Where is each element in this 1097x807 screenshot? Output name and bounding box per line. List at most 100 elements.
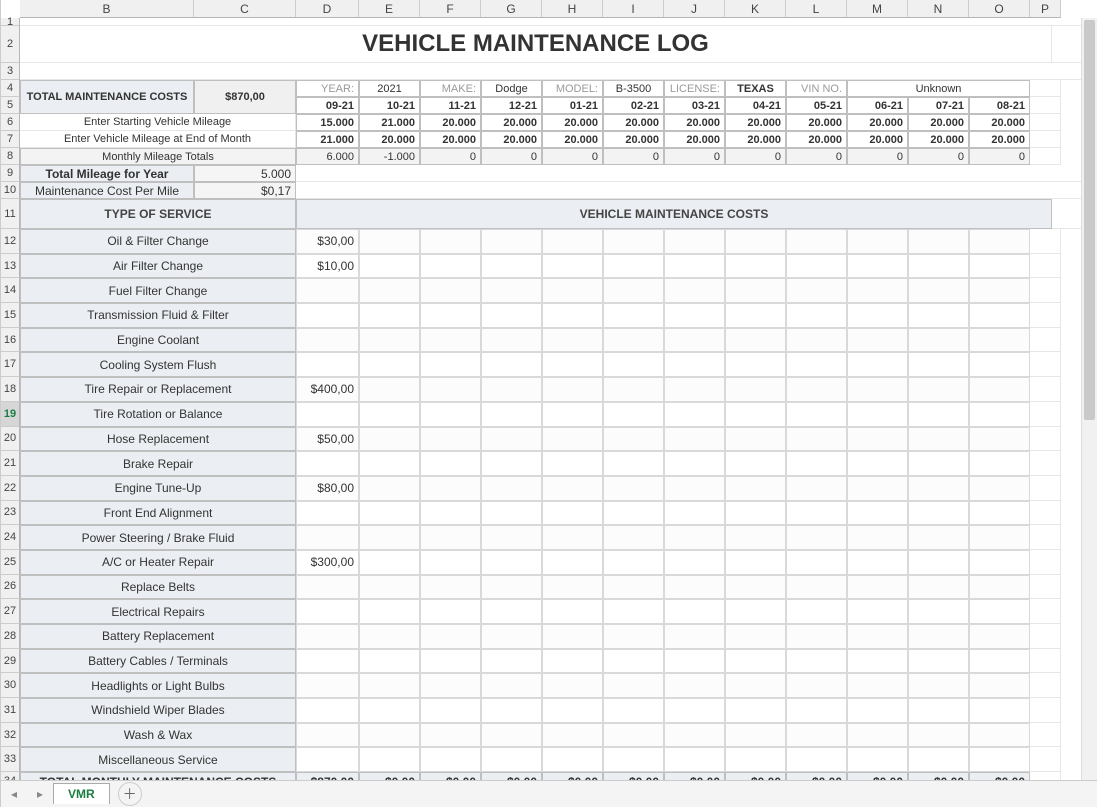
service-16-val-9[interactable]	[847, 624, 908, 649]
service-8-val-11[interactable]	[969, 427, 1030, 452]
service-21-val-8[interactable]	[786, 747, 847, 772]
service-18-val-5[interactable]	[603, 673, 664, 698]
service-20-val-0[interactable]	[296, 723, 359, 748]
service-15-val-6[interactable]	[664, 599, 725, 624]
row-header-8[interactable]: 8	[1, 148, 20, 165]
row-header-6[interactable]: 6	[1, 114, 20, 131]
service-2-val-11[interactable]	[969, 278, 1030, 303]
row-header-5[interactable]: 5	[1, 97, 20, 114]
service-20-val-10[interactable]	[908, 723, 969, 748]
column-header-F[interactable]: F	[420, 0, 481, 18]
service-9-val-3[interactable]	[481, 451, 542, 476]
service-8-val-9[interactable]	[847, 427, 908, 452]
service-6-val-2[interactable]	[420, 377, 481, 402]
service-3-val-1[interactable]	[359, 303, 420, 328]
service-0-val-3[interactable]	[481, 229, 542, 254]
service-1-val-0[interactable]: $10,00	[296, 254, 359, 279]
license-value[interactable]: TEXAS	[725, 80, 786, 97]
service-10-val-10[interactable]	[908, 476, 969, 501]
service-18-val-6[interactable]	[664, 673, 725, 698]
service-18-val-3[interactable]	[481, 673, 542, 698]
start-mileage-3[interactable]: 20.000	[481, 114, 542, 131]
service-4-val-10[interactable]	[908, 328, 969, 353]
service-14-val-5[interactable]	[603, 575, 664, 600]
year-value[interactable]: 2021	[359, 80, 420, 97]
service-6-val-5[interactable]	[603, 377, 664, 402]
end-mileage-4[interactable]: 20.000	[542, 131, 603, 148]
row-header-28[interactable]: 28	[1, 624, 20, 649]
service-13-val-4[interactable]	[542, 550, 603, 575]
service-7-val-0[interactable]	[296, 402, 359, 427]
service-5-val-11[interactable]	[969, 352, 1030, 377]
service-20-val-5[interactable]	[603, 723, 664, 748]
service-3-val-6[interactable]	[664, 303, 725, 328]
row-header-2[interactable]: 2	[1, 26, 20, 63]
service-20-val-2[interactable]	[420, 723, 481, 748]
service-14-val-10[interactable]	[908, 575, 969, 600]
service-6-val-4[interactable]	[542, 377, 603, 402]
service-0-val-10[interactable]	[908, 229, 969, 254]
service-10-val-11[interactable]	[969, 476, 1030, 501]
service-5-val-2[interactable]	[420, 352, 481, 377]
service-2-val-10[interactable]	[908, 278, 969, 303]
service-8-val-7[interactable]	[725, 427, 786, 452]
model-value[interactable]: B-3500	[603, 80, 664, 97]
service-0-val-2[interactable]	[420, 229, 481, 254]
service-14-val-11[interactable]	[969, 575, 1030, 600]
service-14-val-2[interactable]	[420, 575, 481, 600]
service-2-val-1[interactable]	[359, 278, 420, 303]
service-4-val-4[interactable]	[542, 328, 603, 353]
service-13-val-3[interactable]	[481, 550, 542, 575]
service-14-val-8[interactable]	[786, 575, 847, 600]
service-5-val-0[interactable]	[296, 352, 359, 377]
service-17-val-8[interactable]	[786, 649, 847, 674]
column-header-O[interactable]: O	[969, 0, 1030, 18]
service-8-val-0[interactable]: $50,00	[296, 427, 359, 452]
service-3-val-4[interactable]	[542, 303, 603, 328]
row-header-16[interactable]: 16	[1, 328, 20, 353]
month-6[interactable]: 03-21	[664, 97, 725, 114]
month-0[interactable]: 09-21	[296, 97, 359, 114]
row-header-13[interactable]: 13	[1, 254, 20, 279]
column-header-I[interactable]: I	[603, 0, 664, 18]
service-16-val-0[interactable]	[296, 624, 359, 649]
service-21-val-6[interactable]	[664, 747, 725, 772]
service-11-val-1[interactable]	[359, 501, 420, 526]
service-15-val-7[interactable]	[725, 599, 786, 624]
service-17-val-5[interactable]	[603, 649, 664, 674]
column-header-J[interactable]: J	[664, 0, 725, 18]
service-16-val-10[interactable]	[908, 624, 969, 649]
row-header-4[interactable]: 4	[1, 80, 20, 97]
scrollbar-thumb[interactable]	[1084, 20, 1095, 420]
service-3-val-9[interactable]	[847, 303, 908, 328]
row-header-19[interactable]: 19	[1, 402, 20, 427]
end-mileage-5[interactable]: 20.000	[603, 131, 664, 148]
start-mileage-7[interactable]: 20.000	[725, 114, 786, 131]
make-value[interactable]: Dodge	[481, 80, 542, 97]
service-4-val-2[interactable]	[420, 328, 481, 353]
service-12-val-7[interactable]	[725, 525, 786, 550]
service-5-val-1[interactable]	[359, 352, 420, 377]
service-3-val-3[interactable]	[481, 303, 542, 328]
service-11-val-7[interactable]	[725, 501, 786, 526]
service-7-val-1[interactable]	[359, 402, 420, 427]
service-10-val-6[interactable]	[664, 476, 725, 501]
service-5-val-5[interactable]	[603, 352, 664, 377]
service-12-val-3[interactable]	[481, 525, 542, 550]
service-7-val-11[interactable]	[969, 402, 1030, 427]
service-17-val-0[interactable]	[296, 649, 359, 674]
service-3-val-0[interactable]	[296, 303, 359, 328]
column-header-N[interactable]: N	[908, 0, 969, 18]
service-7-val-7[interactable]	[725, 402, 786, 427]
service-10-val-0[interactable]: $80,00	[296, 476, 359, 501]
service-1-val-7[interactable]	[725, 254, 786, 279]
service-5-val-6[interactable]	[664, 352, 725, 377]
vin-value[interactable]: Unknown	[847, 80, 1030, 97]
start-mileage-8[interactable]: 20.000	[786, 114, 847, 131]
service-18-val-8[interactable]	[786, 673, 847, 698]
service-12-val-0[interactable]	[296, 525, 359, 550]
service-21-val-2[interactable]	[420, 747, 481, 772]
service-21-val-5[interactable]	[603, 747, 664, 772]
service-17-val-3[interactable]	[481, 649, 542, 674]
month-9[interactable]: 06-21	[847, 97, 908, 114]
